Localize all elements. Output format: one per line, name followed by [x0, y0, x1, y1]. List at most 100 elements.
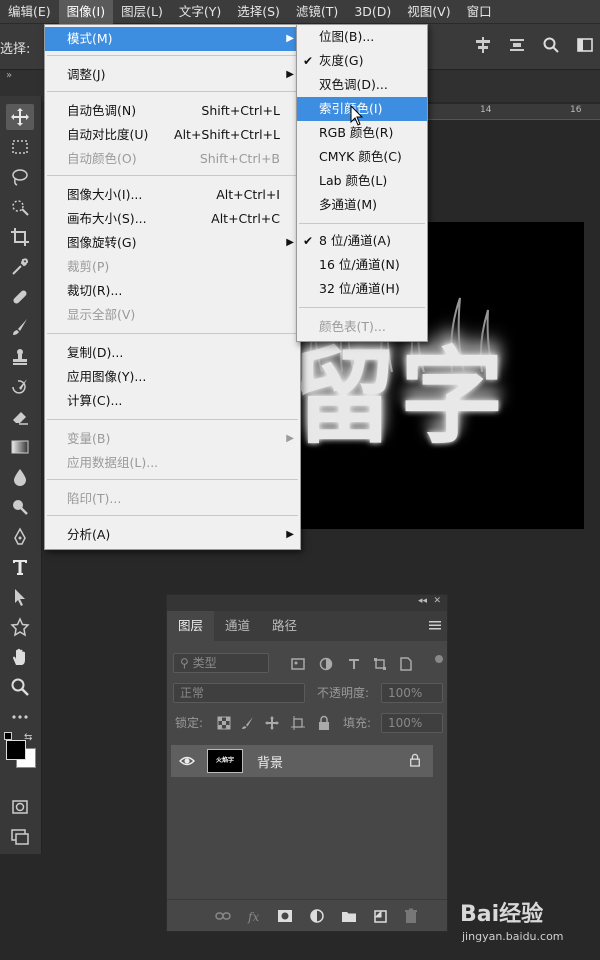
dodge-tool-icon[interactable]	[6, 494, 34, 520]
shape-filter-icon[interactable]	[373, 657, 387, 671]
menu-view[interactable]: 视图(V)	[399, 0, 458, 24]
opacity-input[interactable]: 100%	[381, 683, 443, 703]
adjustment-filter-icon[interactable]	[319, 657, 333, 671]
menu-item-auto-tone[interactable]: 自动色调(N) Shift+Ctrl+L	[45, 99, 300, 123]
color-swatches[interactable]: ⇆	[4, 732, 38, 768]
menu-image[interactable]: 图像(I)	[58, 0, 114, 24]
blur-tool-icon[interactable]	[6, 464, 34, 490]
lock-all-icon[interactable]	[317, 715, 331, 731]
path-select-tool-icon[interactable]	[6, 584, 34, 610]
healing-brush-tool-icon[interactable]	[6, 284, 34, 310]
crop-tool-icon[interactable]	[6, 224, 34, 250]
shape-tool-icon[interactable]	[6, 614, 34, 640]
menu-item-image-size[interactable]: 图像大小(I)... Alt+Ctrl+I	[45, 183, 300, 207]
eraser-tool-icon[interactable]	[6, 404, 34, 430]
brush-tool-icon[interactable]	[6, 314, 34, 340]
gradient-tool-icon[interactable]	[6, 434, 34, 460]
quick-mask-icon[interactable]	[6, 794, 34, 820]
panel-footer: fx	[167, 899, 447, 931]
fill-input[interactable]: 100%	[381, 713, 443, 733]
mode-item-duotone[interactable]: 双色调(D)...	[297, 73, 427, 97]
menu-item-adjust[interactable]: 调整(J) ▶	[45, 63, 300, 87]
mode-item-8-bit[interactable]: ✔ 8 位/通道(A)	[297, 229, 427, 253]
collapse-panel-icon[interactable]: ◂◂	[418, 596, 427, 606]
mode-item-indexed-color[interactable]: 索引颜色(I)	[297, 97, 427, 126]
zoom-tool-icon[interactable]	[6, 674, 34, 700]
eyedropper-tool-icon[interactable]	[6, 254, 34, 280]
move-tool-icon[interactable]	[6, 104, 34, 130]
layer-style-fx-icon[interactable]: fx	[247, 908, 263, 924]
new-group-folder-icon[interactable]	[341, 908, 357, 924]
filter-kind-select[interactable]: ⚲ 类型	[173, 653, 269, 673]
menu-item-calculations[interactable]: 计算(C)...	[45, 389, 300, 413]
lock-artboard-icon[interactable]	[291, 716, 305, 730]
mode-submenu: 位图(B)... ✔灰度(G) 双色调(D)... 索引颜色(I) RGB 颜色…	[296, 24, 428, 342]
menu-item-mode[interactable]: 模式(M) ▶	[45, 27, 300, 51]
mode-item-multichannel[interactable]: 多通道(M)	[297, 193, 427, 217]
filter-row: ⚲ 类型	[167, 651, 447, 679]
lock-pixels-icon[interactable]	[241, 716, 255, 730]
menu-filter[interactable]: 滤镜(T)	[288, 0, 346, 24]
menu-window[interactable]: 窗口	[459, 0, 500, 24]
menu-item-crop: 裁剪(P)	[67, 259, 110, 274]
visibility-eye-icon[interactable]	[179, 753, 195, 769]
menu-item-auto-contrast[interactable]: 自动对比度(U) Alt+Shift+Ctrl+L	[45, 123, 300, 147]
lock-position-icon[interactable]	[265, 716, 279, 730]
distribute-icon[interactable]	[508, 36, 526, 54]
mode-item-cmyk-color[interactable]: CMYK 颜色(C)	[297, 145, 427, 169]
mode-item-bitmap[interactable]: 位图(B)...	[297, 25, 427, 49]
mode-item-rgb-color[interactable]: RGB 颜色(R)	[297, 121, 427, 145]
workspace-icon[interactable]	[576, 36, 594, 54]
hand-tool-icon[interactable]	[6, 644, 34, 670]
foreground-color-swatch[interactable]	[6, 740, 26, 760]
type-filter-icon[interactable]	[347, 657, 361, 671]
smart-object-filter-icon[interactable]	[399, 657, 413, 671]
menu-type[interactable]: 文字(Y)	[171, 0, 229, 24]
tab-layers[interactable]: 图层	[167, 611, 215, 641]
menu-edit[interactable]: 编辑(E)	[0, 0, 59, 24]
delete-layer-trash-icon[interactable]	[403, 908, 419, 924]
layer-row[interactable]: 火焰字 背景	[171, 745, 433, 777]
marquee-tool-icon[interactable]	[6, 134, 34, 160]
menu-item-trap: 陷印(T)...	[67, 491, 122, 506]
collapse-icon[interactable]: »	[6, 70, 12, 81]
filter-toggle[interactable]	[435, 655, 443, 663]
align-icon[interactable]	[474, 36, 492, 54]
menu-item-apply-image[interactable]: 应用图像(Y)...	[45, 365, 300, 389]
link-layers-icon[interactable]	[215, 908, 231, 924]
screen-mode-icon[interactable]	[6, 824, 34, 850]
menu-item-analysis[interactable]: 分析(A) ▶	[45, 523, 300, 547]
menu-item-trim[interactable]: 裁切(R)...	[45, 279, 300, 303]
panel-menu-icon[interactable]	[429, 619, 441, 631]
tab-paths[interactable]: 路径	[261, 611, 308, 641]
new-layer-icon[interactable]	[373, 908, 389, 924]
quick-select-tool-icon[interactable]	[6, 194, 34, 220]
mode-item-32-bit[interactable]: 32 位/通道(H)	[297, 277, 427, 301]
pixel-filter-icon[interactable]	[291, 657, 305, 671]
mode-item-lab-color[interactable]: Lab 颜色(L)	[297, 169, 427, 193]
menu-layer[interactable]: 图层(L)	[113, 0, 171, 24]
tab-channels[interactable]: 通道	[214, 611, 261, 641]
mode-item-16-bit[interactable]: 16 位/通道(N)	[297, 253, 427, 277]
menu-item-reveal-all: 显示全部(V)	[67, 307, 136, 322]
history-brush-tool-icon[interactable]	[6, 374, 34, 400]
menu-item-image-rotation[interactable]: 图像旋转(G) ▶	[45, 231, 300, 255]
menu-3d[interactable]: 3D(D)	[346, 0, 399, 24]
blend-mode-select[interactable]: 正常	[173, 683, 305, 703]
add-mask-icon[interactable]	[277, 908, 293, 924]
type-tool-icon[interactable]	[6, 554, 34, 580]
menu-item-canvas-size[interactable]: 画布大小(S)... Alt+Ctrl+C	[45, 207, 300, 231]
more-tools-icon[interactable]	[6, 704, 34, 730]
options-label: 选择:	[0, 42, 31, 57]
lasso-tool-icon[interactable]	[6, 164, 34, 190]
search-icon[interactable]	[542, 36, 560, 54]
menu-item-duplicate[interactable]: 复制(D)...	[45, 341, 300, 365]
default-colors-icon[interactable]	[4, 732, 12, 740]
lock-transparent-icon[interactable]	[217, 716, 231, 730]
close-panel-icon[interactable]: ✕	[433, 596, 441, 606]
new-adjustment-layer-icon[interactable]	[309, 908, 325, 924]
stamp-tool-icon[interactable]	[6, 344, 34, 370]
mode-item-grayscale[interactable]: ✔ 灰度(G)	[297, 49, 427, 73]
menu-select[interactable]: 选择(S)	[229, 0, 288, 24]
pen-tool-icon[interactable]	[6, 524, 34, 550]
